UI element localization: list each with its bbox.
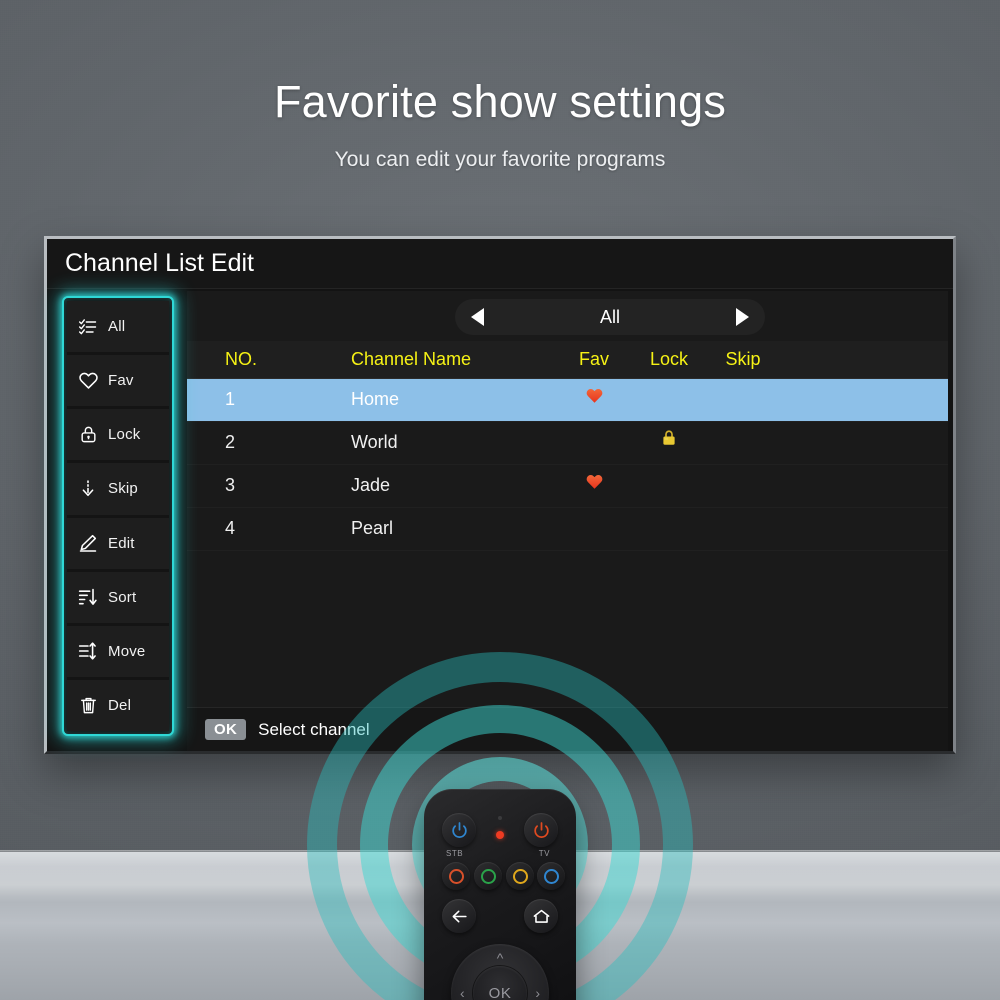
red-ring-icon: [448, 868, 464, 884]
sidebar-label-skip: Skip: [108, 480, 138, 498]
dpad-navigation[interactable]: ^ ‹ › OK: [451, 944, 549, 1000]
home-icon: [533, 909, 549, 923]
stb-label: STB: [446, 849, 464, 858]
cell-no: 4: [225, 518, 236, 538]
footer-hint-text: Select channel: [258, 719, 370, 739]
sidebar-item-edit[interactable]: Edit: [67, 517, 169, 572]
table-row[interactable]: 1 Home: [187, 379, 948, 422]
triangle-right-icon[interactable]: [736, 308, 749, 326]
category-filter-selector[interactable]: All: [455, 299, 765, 335]
chevron-left-icon[interactable]: ‹: [460, 986, 465, 1000]
column-header-no: NO.: [225, 349, 258, 369]
sidebar-item-fav[interactable]: Fav: [67, 355, 169, 410]
sidebar-label-edit: Edit: [108, 534, 135, 552]
page-title: Favorite show settings: [273, 76, 727, 127]
cell-name: World: [351, 432, 398, 452]
page-subtitle: You can edit your favorite programs: [334, 148, 666, 171]
tv-footer-hint-bar: OK Select channel: [187, 707, 948, 751]
home-button[interactable]: [524, 899, 558, 933]
column-header-name: Channel Name: [351, 349, 472, 369]
lock-icon: [77, 424, 99, 446]
sidebar-item-del[interactable]: Del: [67, 679, 169, 731]
power-tv-button[interactable]: [524, 813, 558, 847]
headings-block: Favorite show settings You can edit your…: [0, 76, 1000, 172]
cell-name: Home: [351, 389, 400, 409]
color-button-blue[interactable]: [537, 862, 565, 890]
triangle-left-icon[interactable]: [471, 308, 484, 326]
ok-key-badge: OK: [205, 719, 247, 740]
fav-heart-icon: [577, 472, 611, 491]
sidebar-label-fav: Fav: [108, 372, 134, 390]
sidebar-item-skip[interactable]: Skip: [67, 463, 169, 518]
yellow-ring-icon: [512, 868, 528, 884]
sort-descending-icon: [77, 586, 99, 608]
tv-label: TV: [538, 849, 550, 858]
table-row[interactable]: 2 World: [187, 422, 948, 465]
remote-control: STB TV ^ ‹ › OK: [424, 789, 576, 1000]
channel-list-edit-title: Channel List Edit: [65, 249, 255, 277]
back-arrow-icon: [452, 910, 467, 922]
lock-status-icon: [652, 429, 686, 447]
table-empty-area: [187, 551, 948, 707]
column-header-fav: Fav: [578, 349, 609, 369]
cell-name: Jade: [351, 475, 391, 495]
sidebar-label-all: All: [108, 318, 126, 336]
channel-table-header: NO. Channel Name Fav Lock Skip: [187, 341, 948, 379]
cell-no: 3: [225, 475, 236, 495]
fav-heart-icon: [577, 386, 611, 405]
trash-icon: [77, 694, 99, 716]
channel-table: NO. Channel Name Fav Lock Skip 1 Home 2 …: [187, 341, 948, 707]
color-button-yellow[interactable]: [506, 862, 534, 890]
table-row[interactable]: 4 Pearl: [187, 508, 948, 551]
ok-button[interactable]: OK: [473, 966, 527, 1000]
cell-no: 2: [225, 432, 236, 452]
pencil-icon: [77, 532, 99, 554]
table-row[interactable]: 3 Jade: [187, 465, 948, 508]
chevron-up-icon[interactable]: ^: [497, 951, 504, 965]
color-button-red[interactable]: [442, 862, 470, 890]
green-ring-icon: [480, 868, 496, 884]
color-button-green[interactable]: [474, 862, 502, 890]
power-icon-blue: [451, 821, 467, 838]
sidebar-highlight-frame: All Fav Lock Skip Edit Sort Move Del: [62, 296, 174, 736]
sidebar-menu[interactable]: All Fav Lock Skip Edit Sort Move Del: [67, 301, 169, 731]
skip-down-arrow-icon: [77, 478, 99, 500]
back-button[interactable]: [442, 899, 476, 933]
cell-no: 1: [225, 389, 236, 409]
sidebar-label-lock: Lock: [108, 426, 141, 444]
tv-menu-header: Channel List Edit: [47, 239, 953, 289]
heart-outline-icon: [77, 370, 99, 392]
power-icon-red: [533, 821, 549, 838]
sidebar-item-lock[interactable]: Lock: [67, 409, 169, 464]
blue-ring-icon: [543, 868, 559, 884]
sidebar-item-all[interactable]: All: [67, 301, 169, 356]
tv-screen: Channel List Edit All Fav Lock Skip Edit…: [47, 239, 953, 751]
sidebar-label-move: Move: [108, 642, 146, 660]
cell-name: Pearl: [351, 518, 394, 538]
sidebar-label-sort: Sort: [108, 588, 137, 606]
sidebar-item-sort[interactable]: Sort: [67, 571, 169, 626]
checklist-icon: [77, 316, 99, 338]
column-header-lock: Lock: [649, 349, 689, 369]
chevron-right-icon[interactable]: ›: [535, 986, 540, 1000]
microphone-hole: [498, 816, 502, 820]
filter-bar: All: [187, 291, 948, 341]
ok-button-label: OK: [488, 984, 512, 1000]
sidebar-item-move[interactable]: Move: [67, 625, 169, 680]
filter-value: All: [599, 306, 620, 327]
tv-set: Channel List Edit All Fav Lock Skip Edit…: [44, 236, 956, 754]
power-stb-button[interactable]: [442, 813, 476, 847]
column-header-skip: Skip: [725, 349, 761, 369]
sidebar-label-del: Del: [108, 696, 132, 714]
move-updown-icon: [77, 640, 99, 662]
ir-led-indicator: [496, 831, 504, 839]
